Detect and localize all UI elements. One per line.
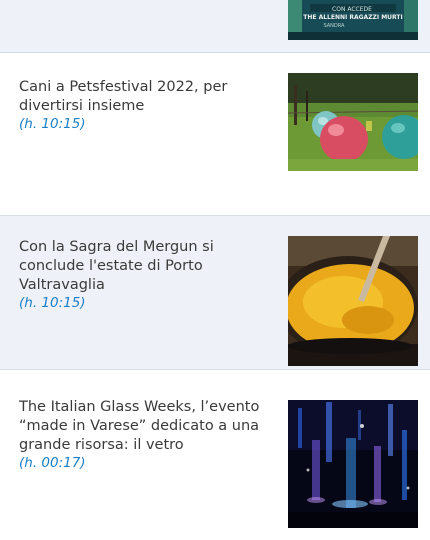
list-item: CON ACCEDE THE ALLENNI RAGAZZI MURTI SAN… bbox=[0, 0, 430, 52]
article-title: Cani a Petsfestival 2022, per divertirsi… bbox=[19, 79, 228, 114]
article-title-link[interactable]: The Italian Glass Weeks, l’evento “made … bbox=[19, 398, 269, 472]
article-title-link[interactable]: Cani a Petsfestival 2022, per divertirsi… bbox=[19, 78, 269, 133]
news-feed: CON ACCEDE THE ALLENNI RAGAZZI MURTI SAN… bbox=[0, 0, 430, 540]
balls-on-grass-image-icon bbox=[288, 73, 418, 171]
article-thumbnail[interactable]: CON ACCEDE THE ALLENNI RAGAZZI MURTI SAN… bbox=[288, 0, 418, 40]
poster-line: THE ALLENNI RAGAZZI MURTI bbox=[303, 14, 402, 21]
article-title: The Italian Glass Weeks, l’evento “made … bbox=[19, 399, 260, 453]
list-item: The Italian Glass Weeks, l’evento “made … bbox=[0, 370, 430, 540]
polenta-pot-image-icon bbox=[288, 236, 418, 366]
list-item: Cani a Petsfestival 2022, per divertirsi… bbox=[0, 53, 430, 215]
glass-lights-image-icon bbox=[288, 400, 418, 528]
article-title: Con la Sagra del Mergun si conclude l'es… bbox=[19, 239, 214, 293]
article-thumbnail[interactable] bbox=[288, 73, 418, 171]
article-thumbnail[interactable] bbox=[288, 236, 418, 366]
list-item: Con la Sagra del Mergun si conclude l'es… bbox=[0, 216, 430, 369]
article-time: (h. 00:17) bbox=[19, 455, 86, 471]
poster-line: SANDRA bbox=[324, 23, 346, 29]
article-thumbnail[interactable] bbox=[288, 400, 418, 528]
article-title-link[interactable]: Con la Sagra del Mergun si conclude l'es… bbox=[19, 238, 269, 312]
poster-line: CON ACCEDE bbox=[332, 6, 372, 13]
article-time: (h. 10:15) bbox=[19, 295, 86, 311]
poster-image-icon: CON ACCEDE THE ALLENNI RAGAZZI MURTI SAN… bbox=[288, 0, 418, 40]
article-time: (h. 10:15) bbox=[19, 116, 86, 132]
